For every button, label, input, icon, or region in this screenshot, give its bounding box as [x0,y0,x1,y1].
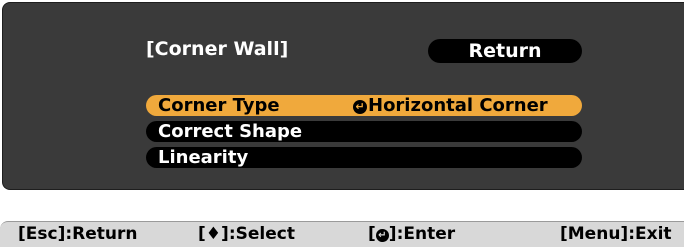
footer-hint-bar: [Esc]:Return [♦]:Select [↵]:Enter [Menu]… [0,221,684,247]
hint-select: [♦]:Select [198,222,295,246]
hint-enter: [↵]:Enter [368,222,455,246]
hint-esc: [Esc]:Return [18,222,138,246]
bracket-close: ] [221,224,229,244]
enter-icon: ↵ [375,229,389,242]
esc-key-label: [Esc] [18,224,66,244]
hint-menu: [Menu]:Exit [560,222,672,246]
menu-item-label: Correct Shape [158,121,303,142]
enter-icon: ↵ [353,100,367,114]
bracket-close: ] [388,224,397,244]
enter-action-label: :Enter [396,224,456,244]
esc-action-label: :Return [65,224,138,244]
return-button[interactable]: Return [428,39,582,63]
menu-item-linearity[interactable]: Linearity [146,147,582,168]
up-down-arrows-icon: ♦ [205,224,222,244]
menu-item-value: ↵ Horizontal Corner [353,95,548,116]
menu-item-label: Linearity [158,147,249,168]
menu-item-correct-shape[interactable]: Correct Shape [146,121,582,142]
corner-type-value: Horizontal Corner [368,95,548,116]
menu-item-corner-type[interactable]: Corner Type ↵ Horizontal Corner [146,95,582,116]
bracket-open: [ [198,224,206,244]
menu-key-label: [Menu] [560,224,629,244]
bracket-open: [ [368,224,376,244]
menu-panel: [Corner Wall] Return Corner Type ↵ Horizo… [2,2,684,190]
select-action-label: :Select [228,224,295,244]
menu-action-label: :Exit [628,224,672,244]
page-title: [Corner Wall] [146,38,289,60]
menu-item-label: Corner Type [158,95,280,116]
